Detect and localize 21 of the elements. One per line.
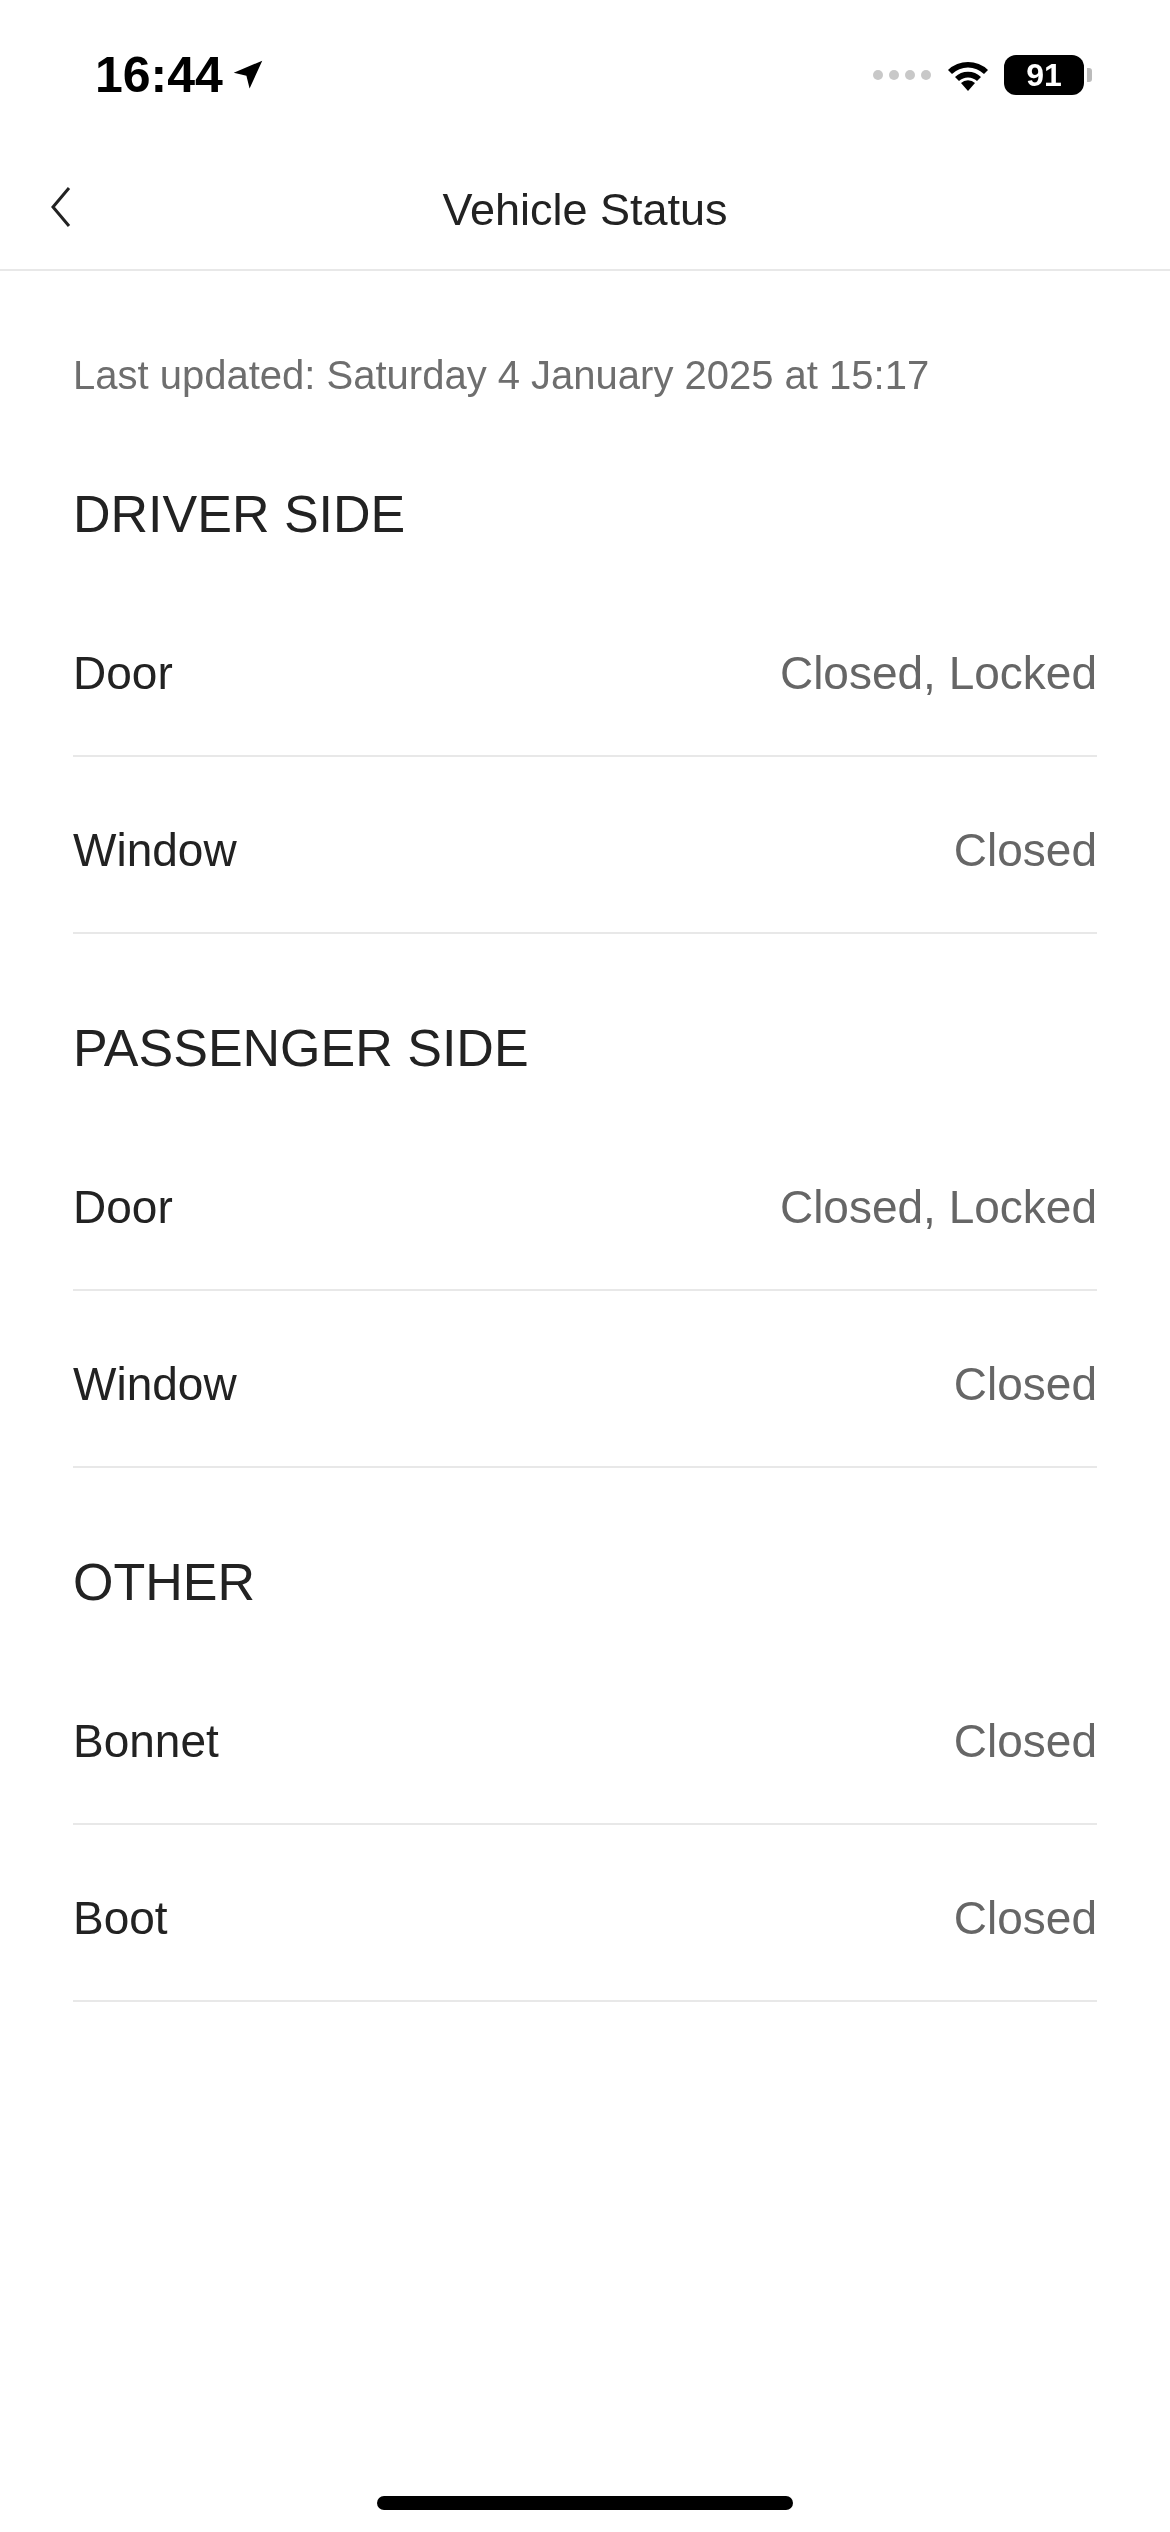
status-value: Closed [953, 823, 1097, 878]
last-updated-text: Last updated: Saturday 4 January 2025 at 15:17 [73, 352, 931, 399]
battery-indicator: 91 [1004, 55, 1092, 95]
status-label: Window [73, 823, 237, 878]
status-label: Window [73, 1357, 237, 1412]
status-time: 16:44 [95, 46, 223, 104]
back-chevron-icon [50, 186, 72, 228]
status-value: Closed, Locked [779, 1180, 1097, 1235]
status-label: Boot [73, 1891, 168, 1946]
status-label: Bonnet [73, 1714, 219, 1769]
status-label: Door [73, 1180, 173, 1235]
status-label: Door [73, 646, 173, 701]
signal-icon [872, 69, 932, 81]
status-value: Closed [953, 1714, 1097, 1769]
section-heading: OTHER [73, 1552, 256, 1612]
status-value: Closed, Locked [779, 646, 1097, 701]
section-heading: PASSENGER SIDE [73, 1018, 530, 1078]
section-heading: DRIVER SIDE [73, 484, 407, 544]
status-value: Closed [953, 1357, 1097, 1412]
status-value: Closed [953, 1891, 1097, 1946]
page-title: Vehicle Status [442, 183, 728, 236]
